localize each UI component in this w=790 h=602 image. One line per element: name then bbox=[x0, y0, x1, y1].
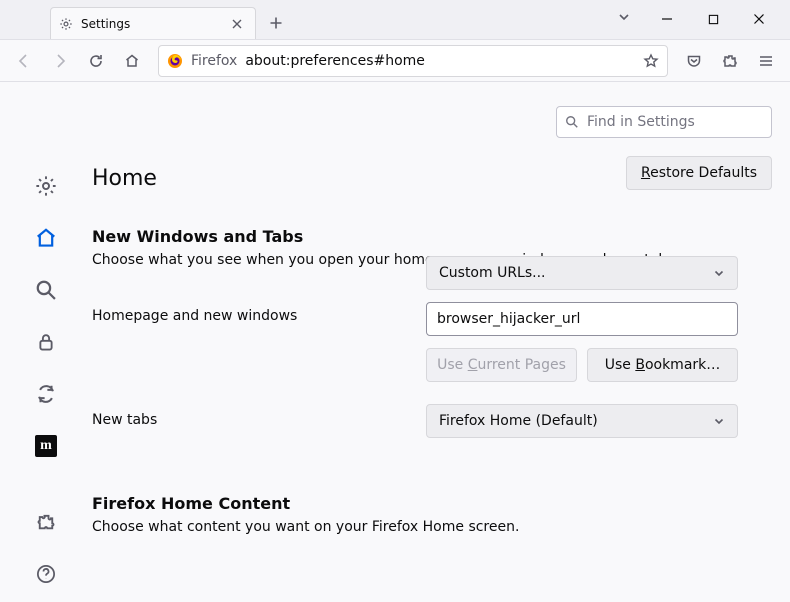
section-fhc-title: Firefox Home Content bbox=[92, 494, 772, 513]
main-panel: Find in Settings Home Restore Defaults N… bbox=[92, 82, 790, 602]
homepage-url-input[interactable]: browser_hijacker_url bbox=[426, 302, 738, 336]
chevron-down-icon bbox=[713, 267, 725, 279]
newtabs-select[interactable]: Firefox Home (Default) bbox=[426, 404, 738, 438]
new-tab-button[interactable] bbox=[262, 9, 290, 37]
reload-button[interactable] bbox=[80, 45, 112, 77]
homepage-label: Homepage and new windows bbox=[92, 300, 426, 324]
home-button[interactable] bbox=[116, 45, 148, 77]
bookmark-star-icon[interactable] bbox=[643, 53, 659, 69]
search-placeholder: Find in Settings bbox=[587, 114, 695, 130]
gear-icon bbox=[59, 17, 73, 31]
category-general[interactable] bbox=[32, 172, 60, 200]
search-settings-input[interactable]: Find in Settings bbox=[556, 106, 772, 138]
section-fhc-desc: Choose what content you want on your Fir… bbox=[92, 519, 772, 535]
category-search[interactable] bbox=[32, 276, 60, 304]
back-button[interactable] bbox=[8, 45, 40, 77]
use-bookmark-button[interactable]: Use Bookmark… bbox=[587, 348, 738, 382]
content-area: m Find in Settings Home Restore Defaults… bbox=[0, 82, 790, 602]
window-minimize-button[interactable] bbox=[644, 4, 690, 34]
titlebar: Settings bbox=[0, 0, 790, 40]
restore-defaults-label: estore Defaults bbox=[650, 165, 757, 181]
url-bar[interactable]: Firefox about:preferences#home bbox=[158, 45, 668, 77]
newtabs-label: New tabs bbox=[92, 404, 426, 428]
identity-label: Firefox bbox=[191, 53, 237, 69]
category-privacy[interactable] bbox=[32, 328, 60, 356]
pocket-button[interactable] bbox=[678, 45, 710, 77]
chevron-down-icon bbox=[713, 415, 725, 427]
newtabs-row: New tabs Firefox Home (Default) bbox=[92, 404, 772, 438]
addons-button[interactable] bbox=[32, 508, 60, 536]
category-home[interactable] bbox=[32, 224, 60, 252]
homepage-select-value: Custom URLs... bbox=[439, 265, 546, 281]
nav-toolbar: Firefox about:preferences#home bbox=[0, 40, 790, 82]
use-current-pages-button[interactable]: Use Current Pages bbox=[426, 348, 577, 382]
help-button[interactable] bbox=[32, 560, 60, 588]
browser-tab[interactable]: Settings bbox=[50, 7, 256, 39]
window-maximize-button[interactable] bbox=[690, 4, 736, 34]
homepage-row: Homepage and new windows Custom URLs... … bbox=[92, 300, 772, 382]
section-windows-tabs-title: New Windows and Tabs bbox=[92, 227, 772, 246]
window-close-button[interactable] bbox=[736, 4, 782, 34]
url-text: about:preferences#home bbox=[245, 53, 425, 69]
search-icon bbox=[565, 115, 579, 129]
forward-button[interactable] bbox=[44, 45, 76, 77]
firefox-icon bbox=[167, 53, 183, 69]
list-tabs-button[interactable] bbox=[610, 3, 638, 31]
tab-title: Settings bbox=[81, 17, 130, 31]
homepage-mode-select[interactable]: Custom URLs... bbox=[426, 256, 738, 290]
app-menu-button[interactable] bbox=[750, 45, 782, 77]
homepage-url-value: browser_hijacker_url bbox=[437, 311, 580, 327]
close-tab-icon[interactable] bbox=[227, 14, 247, 34]
restore-defaults-button[interactable]: Restore Defaults bbox=[626, 156, 772, 190]
extensions-button[interactable] bbox=[714, 45, 746, 77]
newtabs-select-value: Firefox Home (Default) bbox=[439, 413, 598, 429]
category-sidebar: m bbox=[0, 82, 92, 602]
category-sync[interactable] bbox=[32, 380, 60, 408]
category-more-mozilla[interactable]: m bbox=[32, 432, 60, 460]
